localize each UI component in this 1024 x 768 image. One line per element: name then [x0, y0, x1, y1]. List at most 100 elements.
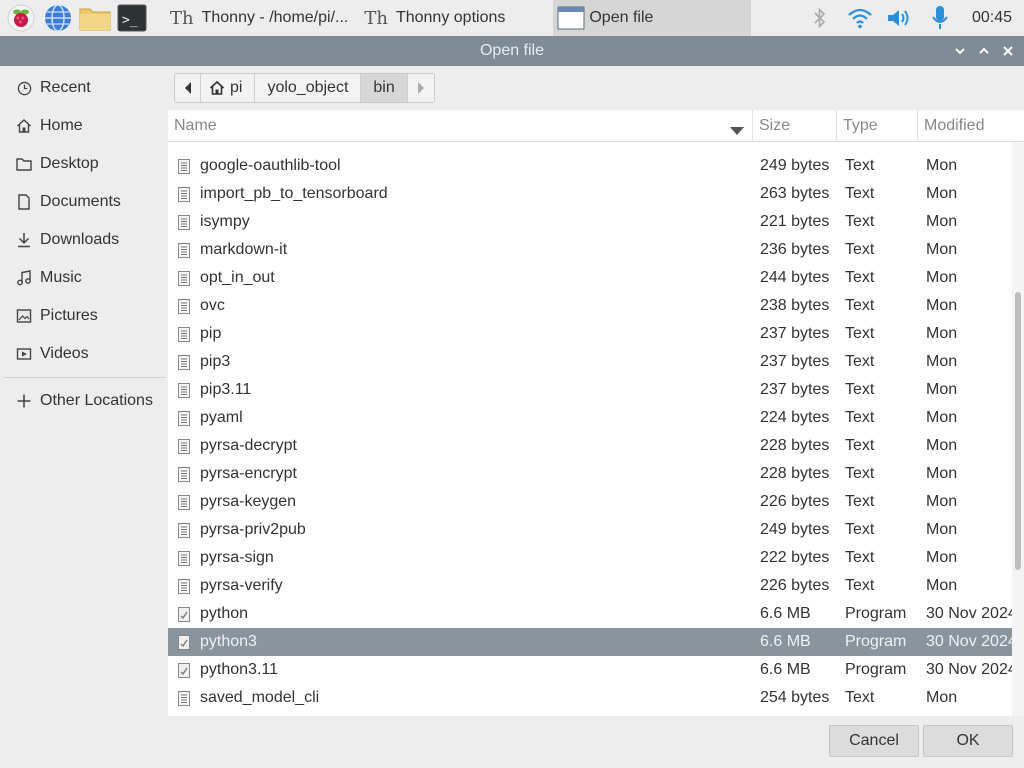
file-type: Program [845, 605, 907, 622]
scrollbar-thumb[interactable] [1015, 292, 1021, 570]
terminal-icon[interactable]: >_ [116, 2, 148, 34]
file-name: saved_model_cli [200, 689, 320, 706]
sidebar-item-recent[interactable]: Recent [0, 69, 168, 107]
file-name: pip3.11 [200, 381, 252, 398]
path-segment-bin[interactable]: bin [361, 74, 408, 102]
file-row[interactable]: opt_in_out 244 bytes Text Mon [168, 264, 1012, 292]
home-icon [16, 118, 32, 134]
file-row[interactable]: pyrsa-encrypt 228 bytes Text Mon [168, 460, 1012, 488]
file-row[interactable]: pyaml 224 bytes Text Mon [168, 404, 1012, 432]
file-row[interactable]: import_pb_to_tensorboard 263 bytes Text Mon [168, 180, 1012, 208]
file-modified: Mon [926, 689, 958, 706]
cancel-button[interactable]: Cancel [829, 725, 919, 757]
sidebar-item-documents[interactable]: Documents [0, 183, 168, 221]
bluetooth-icon[interactable] [800, 0, 840, 36]
file-modified: Mon [926, 241, 958, 258]
file-size: 6.6 MB [760, 605, 811, 622]
vertical-scrollbar[interactable] [1012, 142, 1024, 716]
home-icon [209, 80, 225, 96]
sidebar-item-label: Videos [40, 345, 89, 362]
file-row[interactable]: saved_model_cli 254 bytes Text Mon [168, 684, 1012, 712]
file-size: 221 bytes [760, 213, 830, 230]
column-header-bar: Name Size Type Modified [168, 110, 1024, 142]
file-type: Text [845, 689, 875, 706]
file-row[interactable]: pip3 237 bytes Text Mon [168, 348, 1012, 376]
ok-button[interactable]: OK [923, 725, 1013, 757]
sidebar-item-downloads[interactable]: Downloads [0, 221, 168, 259]
task-open-file[interactable]: Open file [553, 0, 752, 36]
file-type: Text [845, 437, 875, 454]
column-header-name[interactable]: Name [174, 110, 750, 142]
raspberry-menu-icon[interactable] [5, 2, 37, 34]
sidebar-item-music[interactable]: Music [0, 259, 168, 297]
file-row[interactable]: python3 6.6 MB Program 30 Nov 2024 [168, 628, 1012, 656]
file-rows: google-oauthlib-tool 249 bytes Text Mon impo… [168, 142, 1012, 712]
file-row[interactable]: pyrsa-keygen 226 bytes Text Mon [168, 488, 1012, 516]
column-header-type[interactable]: Type [836, 110, 917, 142]
wifi-icon[interactable] [840, 0, 880, 36]
picture-icon [16, 308, 32, 324]
file-row[interactable]: python3.11 6.6 MB Program 30 Nov 2024 [168, 656, 1012, 684]
column-header-size[interactable]: Size [752, 110, 836, 142]
plus-icon [16, 393, 32, 409]
task-label: Open file [589, 9, 654, 26]
file-name: pip3 [200, 353, 231, 370]
task-label: Thonny - /home/pi/... [201, 9, 349, 26]
web-browser-icon[interactable] [42, 2, 74, 34]
file-type: Text [845, 577, 875, 594]
file-row[interactable]: python 6.6 MB Program 30 Nov 2024 [168, 600, 1012, 628]
path-scroll-right-button[interactable] [408, 74, 434, 102]
file-modified: Mon [926, 381, 958, 398]
folder-icon [16, 156, 32, 172]
volume-icon[interactable] [880, 0, 920, 36]
sidebar-item-home[interactable]: Home [0, 107, 168, 145]
file-row[interactable]: isympy 221 bytes Text Mon [168, 208, 1012, 236]
file-size: 228 bytes [760, 465, 830, 482]
file-name: pyrsa-sign [200, 549, 274, 566]
file-size: 237 bytes [760, 325, 830, 342]
close-button[interactable] [996, 36, 1020, 66]
minimize-button[interactable] [948, 36, 972, 66]
maximize-button[interactable] [972, 36, 996, 66]
path-scroll-left-button[interactable] [175, 74, 201, 102]
document-icon [16, 194, 32, 210]
sidebar-item-label: Other Locations [40, 392, 153, 409]
file-row[interactable]: pyrsa-priv2pub 249 bytes Text Mon [168, 516, 1012, 544]
file-size: 237 bytes [760, 353, 830, 370]
sidebar-item-desktop[interactable]: Desktop [0, 145, 168, 183]
file-size: 228 bytes [760, 437, 830, 454]
file-type: Text [845, 353, 875, 370]
file-type: Program [845, 661, 907, 678]
file-row[interactable]: google-oauthlib-tool 249 bytes Text Mon [168, 152, 1012, 180]
file-row[interactable]: pip 237 bytes Text Mon [168, 320, 1012, 348]
file-name: pyrsa-priv2pub [200, 521, 306, 538]
sidebar-item-label: Desktop [40, 155, 99, 172]
file-row[interactable]: pip3.11 237 bytes Text Mon [168, 376, 1012, 404]
text-file-icon [178, 243, 190, 258]
task-thonny-main[interactable]: Th Thonny - /home/pi/... [162, 0, 356, 36]
column-header-modified[interactable]: Modified [917, 110, 1024, 142]
file-modified: Mon [926, 353, 958, 370]
sidebar-item-pictures[interactable]: Pictures [0, 297, 168, 335]
file-size: 222 bytes [760, 549, 830, 566]
path-segment-label: yolo_object [267, 79, 349, 96]
sidebar-item-other-locations[interactable]: Other Locations [0, 382, 168, 420]
file-size: 224 bytes [760, 409, 830, 426]
file-row[interactable]: pyrsa-verify 226 bytes Text Mon [168, 572, 1012, 600]
path-segment-home[interactable]: pi [201, 74, 256, 102]
file-row[interactable]: markdown-it 236 bytes Text Mon [168, 236, 1012, 264]
file-row[interactable]: ovc 238 bytes Text Mon [168, 292, 1012, 320]
file-row[interactable]: pyrsa-sign 222 bytes Text Mon [168, 544, 1012, 572]
task-thonny-options[interactable]: Th Thonny options [356, 0, 513, 36]
microphone-icon[interactable] [920, 0, 960, 36]
clock-icon [16, 80, 32, 96]
file-name: python [200, 605, 249, 622]
sidebar-item-videos[interactable]: Videos [0, 335, 168, 373]
column-header-size-label: Size [759, 117, 791, 134]
file-manager-icon[interactable] [79, 2, 111, 34]
sidebar-item-label: Pictures [40, 307, 98, 324]
executable-file-icon [178, 607, 190, 622]
file-row[interactable]: pyrsa-decrypt 228 bytes Text Mon [168, 432, 1012, 460]
path-segment-yolo-object[interactable]: yolo_object [255, 74, 362, 102]
file-size: 6.6 MB [760, 633, 811, 650]
